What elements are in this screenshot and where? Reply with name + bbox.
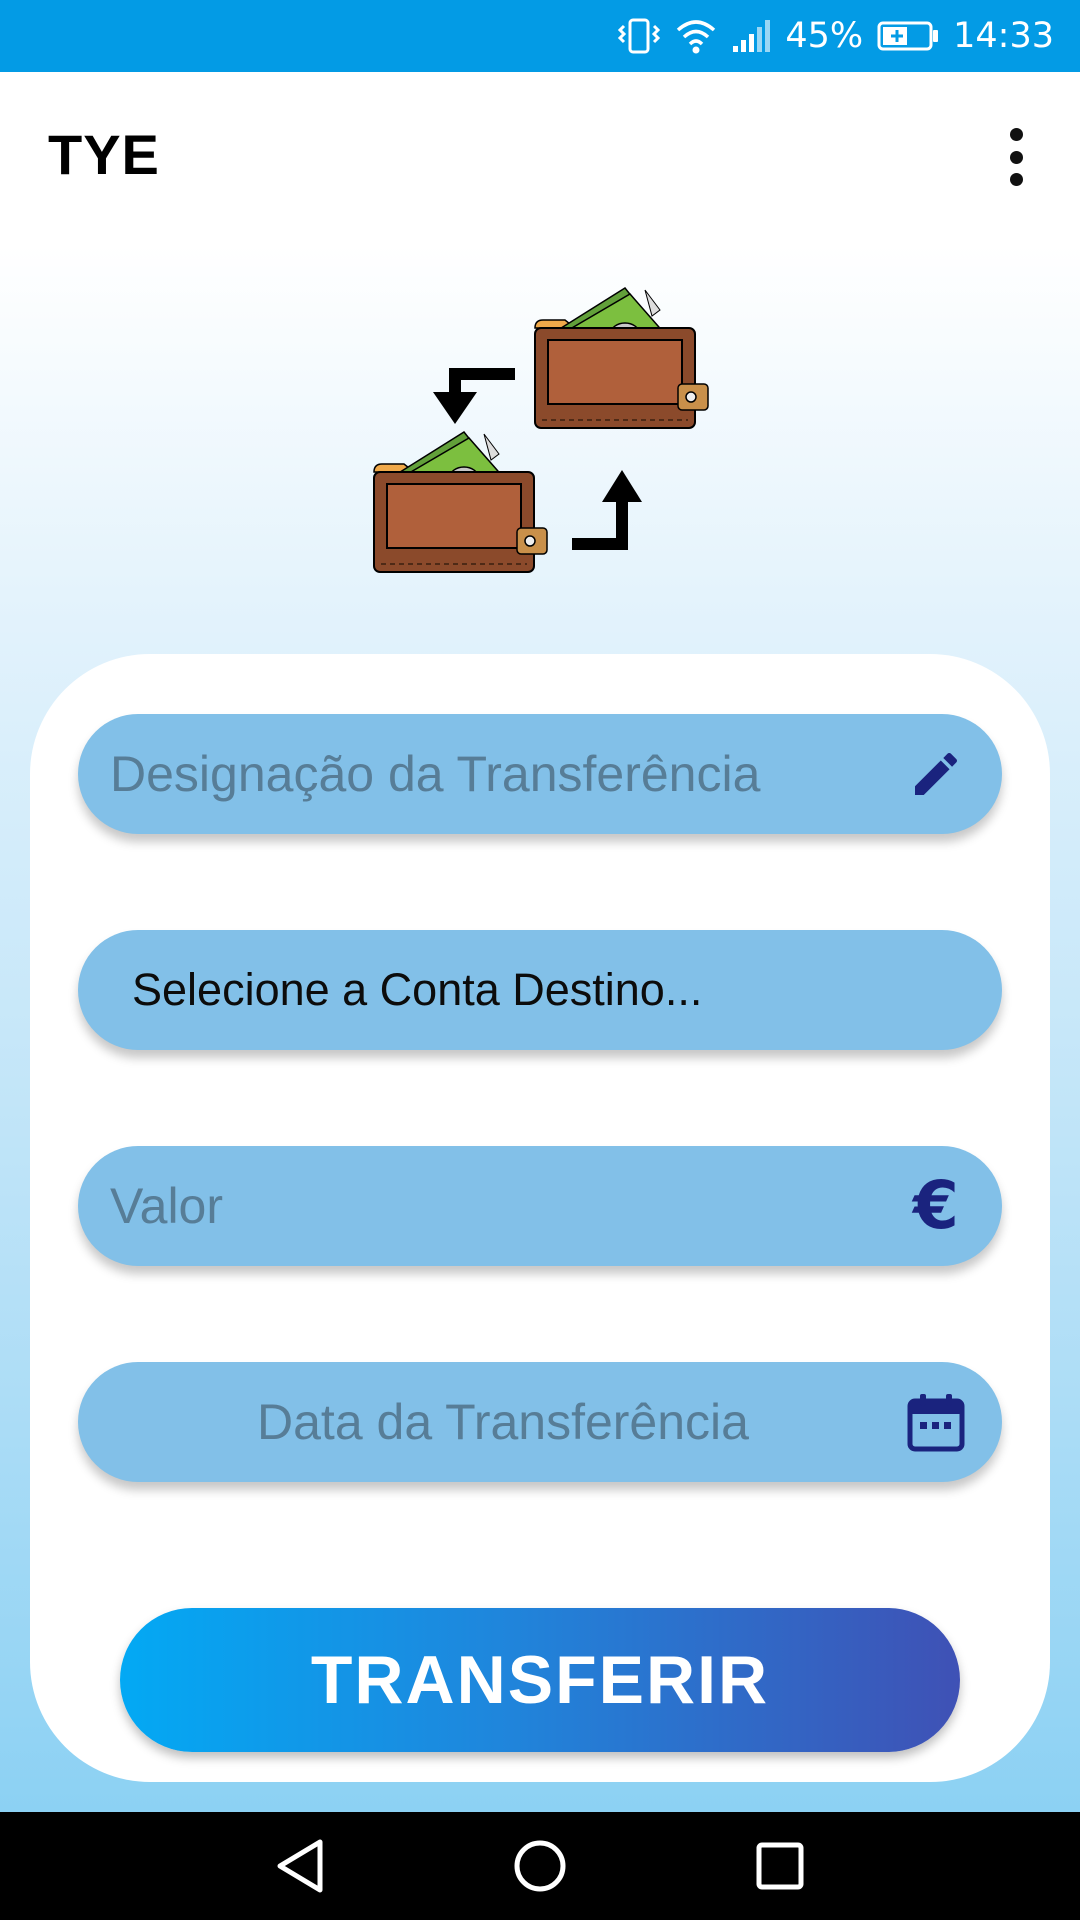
clock: 14:33 [953,16,1054,56]
euro-symbol: € [913,1167,959,1244]
arrow-left-down-icon [433,368,515,424]
wifi-icon [675,18,717,54]
amount-field[interactable]: € [78,1146,1002,1266]
date-input[interactable] [78,1362,858,1482]
amount-input[interactable] [78,1146,858,1266]
destination-account-select[interactable]: Selecione a Conta Destino... [78,930,1002,1050]
transfer-button[interactable]: TRANSFERIR [120,1608,960,1752]
pencil-icon [906,744,966,804]
wallet-icon [373,431,548,573]
more-vert-icon[interactable] [986,124,1046,190]
designation-input[interactable] [78,714,858,834]
battery-charging-icon [877,20,939,52]
recents-icon[interactable] [750,1836,810,1896]
app-bar: TYE [0,72,1080,242]
arrow-right-up-icon [572,470,642,550]
app-title: TYE [48,123,160,186]
calendar-icon[interactable] [906,1392,966,1452]
destination-account-value: Selecione a Conta Destino... [132,964,703,1015]
signal-icon [731,18,771,54]
transfer-form-card: Selecione a Conta Destino... € TRANSFERI… [30,654,1050,1782]
battery-percent: 45% [785,16,864,56]
designation-field[interactable] [78,714,1002,834]
status-bar: 45% 14:33 [0,0,1080,72]
system-nav-bar [0,1812,1080,1920]
back-icon[interactable] [270,1836,330,1896]
vibrate-icon [617,16,661,56]
status-icons: 45% 14:33 [617,0,1054,72]
wallet-icon [534,287,709,429]
wallet-transfer-icon [360,280,720,600]
home-icon[interactable] [510,1836,570,1896]
date-field[interactable] [78,1362,1002,1482]
euro-icon: € [906,1167,966,1244]
